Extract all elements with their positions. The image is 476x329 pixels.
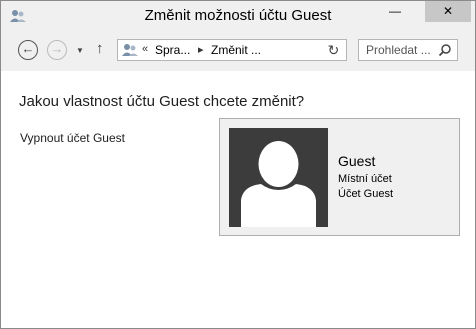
recent-locations-button[interactable]: ▼ xyxy=(76,46,84,55)
account-kind: Účet Guest xyxy=(338,188,394,200)
minimize-button[interactable]: — xyxy=(382,1,408,22)
refresh-icon: ↻ xyxy=(327,42,340,58)
close-button[interactable]: ✕ xyxy=(425,1,471,22)
account-name: Guest xyxy=(338,153,376,169)
overflow-chevron[interactable]: « xyxy=(142,43,148,55)
main-content: Jakou vlastnost účtu Guest chcete změnit… xyxy=(1,71,475,328)
account-card: Guest Místní účet Účet Guest xyxy=(219,118,460,236)
refresh-button[interactable]: ↻ xyxy=(321,39,347,61)
up-button[interactable]: ↑ xyxy=(96,40,104,57)
arrow-left-icon: ← xyxy=(21,41,35,56)
breadcrumb-item[interactable]: Změnit ... xyxy=(211,43,261,57)
title-bar: Změnit možnosti účtu Guest — ☐ ✕ xyxy=(1,1,475,31)
user-silhouette-icon xyxy=(241,141,316,227)
search-icon[interactable] xyxy=(438,43,452,57)
search-placeholder: Prohledat ... xyxy=(366,43,431,57)
arrow-right-icon: → xyxy=(50,41,64,56)
chevron-down-icon: ▼ xyxy=(76,46,84,55)
search-input[interactable]: Prohledat ... xyxy=(358,39,458,61)
page-heading: Jakou vlastnost účtu Guest chcete změnit… xyxy=(19,93,305,110)
avatar xyxy=(229,128,328,227)
window: Změnit možnosti účtu Guest — ☐ ✕ ← → ▼ ↑… xyxy=(0,0,476,329)
back-button[interactable]: ← xyxy=(18,40,38,60)
navigation-bar: ← → ▼ ↑ « Spra... ▸ Změnit ... ▼ ↻ xyxy=(1,31,475,71)
user-accounts-icon xyxy=(122,44,138,56)
arrow-up-icon: ↑ xyxy=(96,40,104,57)
account-type: Místní účet xyxy=(338,173,392,185)
forward-button[interactable]: → xyxy=(47,40,67,60)
address-bar[interactable]: « Spra... ▸ Změnit ... ▼ xyxy=(117,39,427,61)
turn-off-guest-link[interactable]: Vypnout účet Guest xyxy=(20,131,125,145)
breadcrumb-item[interactable]: Spra... xyxy=(155,43,190,57)
breadcrumb-separator[interactable]: ▸ xyxy=(198,43,204,56)
